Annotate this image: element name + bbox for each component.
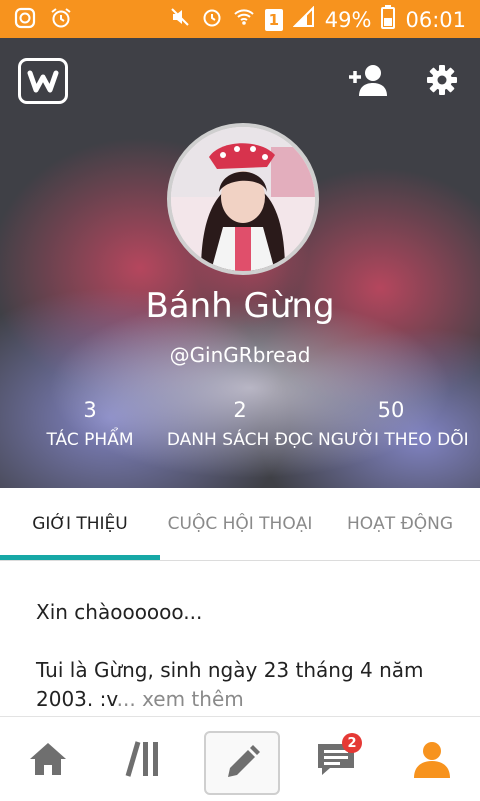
- pencil-icon: [228, 745, 260, 777]
- bottom-navigation: 2: [0, 716, 480, 801]
- battery-icon: [381, 5, 396, 34]
- nav-home[interactable]: [12, 729, 84, 789]
- about-greeting: Xin chàoooooo...: [36, 600, 203, 624]
- stat-reading-lists-label: DANH SÁCH ĐỌC: [166, 430, 314, 450]
- nav-library[interactable]: [108, 729, 180, 789]
- tab-conversations[interactable]: CUỘC HỘI THOẠI: [160, 488, 320, 560]
- alarm-icon: [201, 6, 223, 33]
- home-icon: [30, 743, 66, 775]
- wifi-icon: [233, 6, 255, 33]
- alarm-icon: [50, 7, 72, 29]
- profile-tabs: GIỚI THIỆU CUỘC HỘI THOẠI HOẠT ĐỘNG: [0, 488, 480, 561]
- stat-works[interactable]: 3 TÁC PHẨM: [30, 398, 150, 450]
- wattpad-logo[interactable]: [18, 58, 68, 104]
- stat-works-count: 3: [83, 398, 97, 422]
- profile-icon: [414, 742, 450, 778]
- settings-gear-icon[interactable]: [420, 60, 464, 100]
- sim-icon: 1: [264, 8, 283, 31]
- active-tab-indicator: [0, 555, 160, 560]
- stat-reading-lists-count: 2: [233, 398, 247, 422]
- nav-write[interactable]: [204, 731, 280, 795]
- messages-badge: 2: [342, 733, 362, 753]
- clock: 06:01: [405, 7, 466, 32]
- profile-name: Bánh Gừng: [145, 286, 335, 326]
- tab-activity[interactable]: HOẠT ĐỘNG: [320, 488, 480, 560]
- stat-followers-label: NGƯỜI THEO DÕI: [318, 430, 469, 450]
- nav-messages[interactable]: 2: [300, 729, 372, 789]
- stat-works-label: TÁC PHẨM: [46, 430, 134, 450]
- about-description: Tui là Gừng, sinh ngày 23 tháng 4 năm 20…: [36, 656, 446, 714]
- add-friend-icon[interactable]: [346, 60, 390, 100]
- signal-icon: [292, 5, 315, 33]
- mute-icon: [169, 6, 191, 33]
- stat-followers[interactable]: 50 NGƯỜI THEO DÕI: [318, 398, 469, 450]
- status-bar: 1 49% 06:01: [0, 0, 480, 38]
- app-notification-icon: [14, 7, 36, 29]
- profile-handle: @GinGRbread: [169, 343, 311, 367]
- library-icon: [125, 741, 158, 777]
- battery-percent: 49%: [324, 7, 372, 32]
- about-section: Xin chàoooooo... Tui là Gừng, sinh ngày …: [36, 598, 446, 714]
- stat-reading-lists[interactable]: 2 DANH SÁCH ĐỌC: [160, 398, 320, 450]
- nav-profile[interactable]: [396, 729, 468, 789]
- profile-header: Bánh Gừng @GinGRbread 3 TÁC PHẨM 2 DANH …: [0, 38, 480, 488]
- profile-avatar[interactable]: [167, 123, 319, 275]
- tab-about[interactable]: GIỚI THIỆU: [0, 488, 160, 560]
- see-more-link[interactable]: ... xem thêm: [117, 687, 244, 711]
- stat-followers-count: 50: [377, 398, 405, 422]
